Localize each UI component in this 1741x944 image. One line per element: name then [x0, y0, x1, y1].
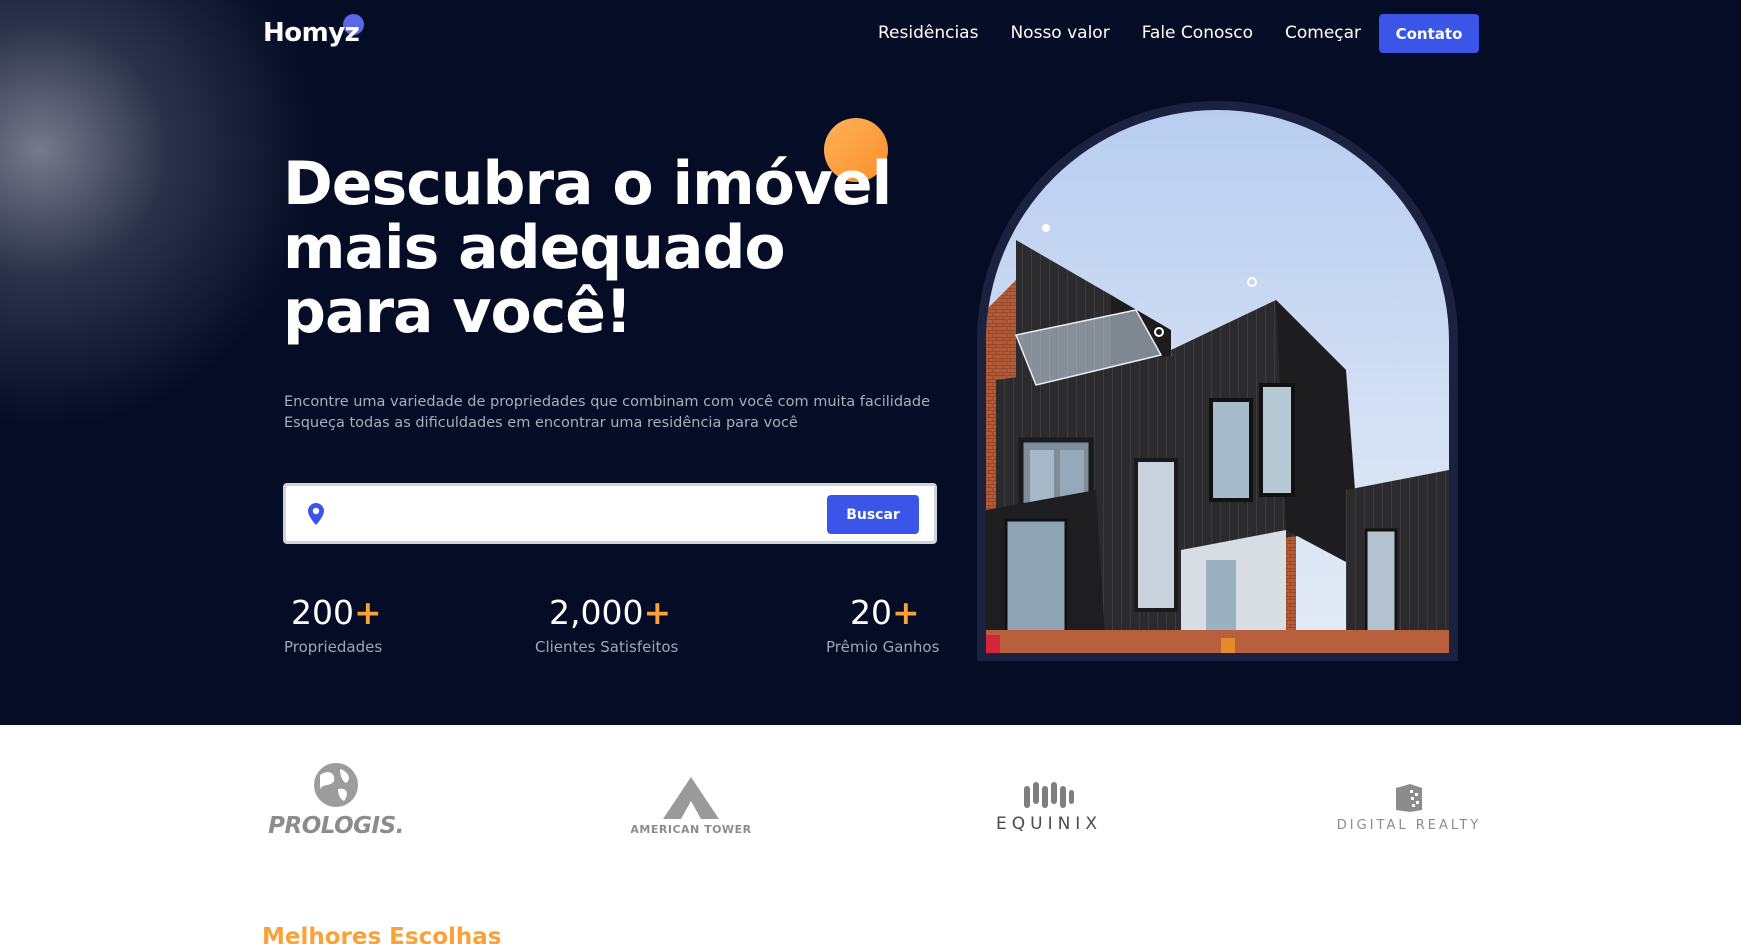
stat-clients: 2,000+ Clientes Satisfeitos: [535, 592, 729, 656]
brand-name: Homyz: [263, 18, 360, 48]
equinix-icon: [1024, 782, 1074, 808]
contact-button[interactable]: Contato: [1379, 14, 1479, 53]
digital-realty-icon: [1396, 784, 1422, 812]
search-button[interactable]: Buscar: [827, 495, 919, 534]
nav-item-nosso-valor[interactable]: Nosso valor: [1010, 20, 1109, 46]
american-tower-icon: [663, 777, 719, 819]
hero-glow: [0, 0, 320, 430]
partner-prologis-logo: PROLOGIS.: [266, 761, 406, 839]
stat-number: 200: [291, 593, 354, 632]
hero-building-image: [986, 110, 1449, 653]
hero-image-frame: [977, 101, 1458, 661]
search-bar: Buscar: [283, 483, 937, 544]
subtitle-line-1: Encontre uma variedade de propriedades q…: [284, 394, 931, 410]
hero-subtitle: Encontre uma variedade de propriedades q…: [284, 392, 930, 434]
partner-name: DIGITAL REALTY: [1336, 818, 1482, 833]
partners-section: PROLOGIS. AMERICAN TOWER EQUINIX DIGITAL…: [0, 725, 1741, 944]
hero-headline: Descubra o imóvel mais adequado para voc…: [283, 152, 903, 344]
stat-label: Clientes Satisfeitos: [535, 638, 679, 656]
search-input[interactable]: [338, 496, 758, 532]
prologis-globe-icon: [314, 763, 358, 807]
building-illustration: [986, 110, 1449, 653]
stat-plus: +: [354, 593, 382, 632]
section-title-melhores-escolhas: Melhores Escolhas: [262, 924, 502, 944]
stat-label: Propriedades: [284, 638, 383, 656]
stat-number: 2,000: [549, 593, 644, 632]
headline-line-1: Descubra o imóvel: [283, 149, 892, 219]
subtitle-line-2: Esqueça todas as dificuldades em encontr…: [284, 415, 798, 431]
headline-line-3: para você!: [283, 277, 632, 347]
partner-digital-realty-logo: DIGITAL REALTY: [1329, 782, 1489, 833]
partner-name: PROLOGIS.: [268, 813, 404, 839]
location-pin-icon: [308, 503, 324, 525]
main-nav: Residências Nosso valor Fale Conosco Com…: [878, 20, 1393, 46]
nav-item-residencias[interactable]: Residências: [878, 20, 978, 46]
stat-properties: 200+ Propriedades: [284, 592, 471, 656]
partner-name: EQUINIX: [996, 814, 1102, 834]
stat-number: 20: [850, 593, 892, 632]
nav-item-fale-conosco[interactable]: Fale Conosco: [1142, 20, 1253, 46]
partner-american-tower-logo: AMERICAN TOWER: [616, 777, 766, 836]
stat-plus: +: [643, 593, 672, 632]
stat-plus: +: [892, 593, 920, 632]
partner-name: AMERICAN TOWER: [630, 823, 752, 836]
headline-line-2: mais adequado: [283, 213, 786, 283]
partner-equinix-logo: EQUINIX: [984, 780, 1114, 834]
hero-section: Homyz Residências Nosso valor Fale Conos…: [0, 0, 1741, 725]
nav-item-comecar[interactable]: Começar: [1285, 20, 1361, 46]
